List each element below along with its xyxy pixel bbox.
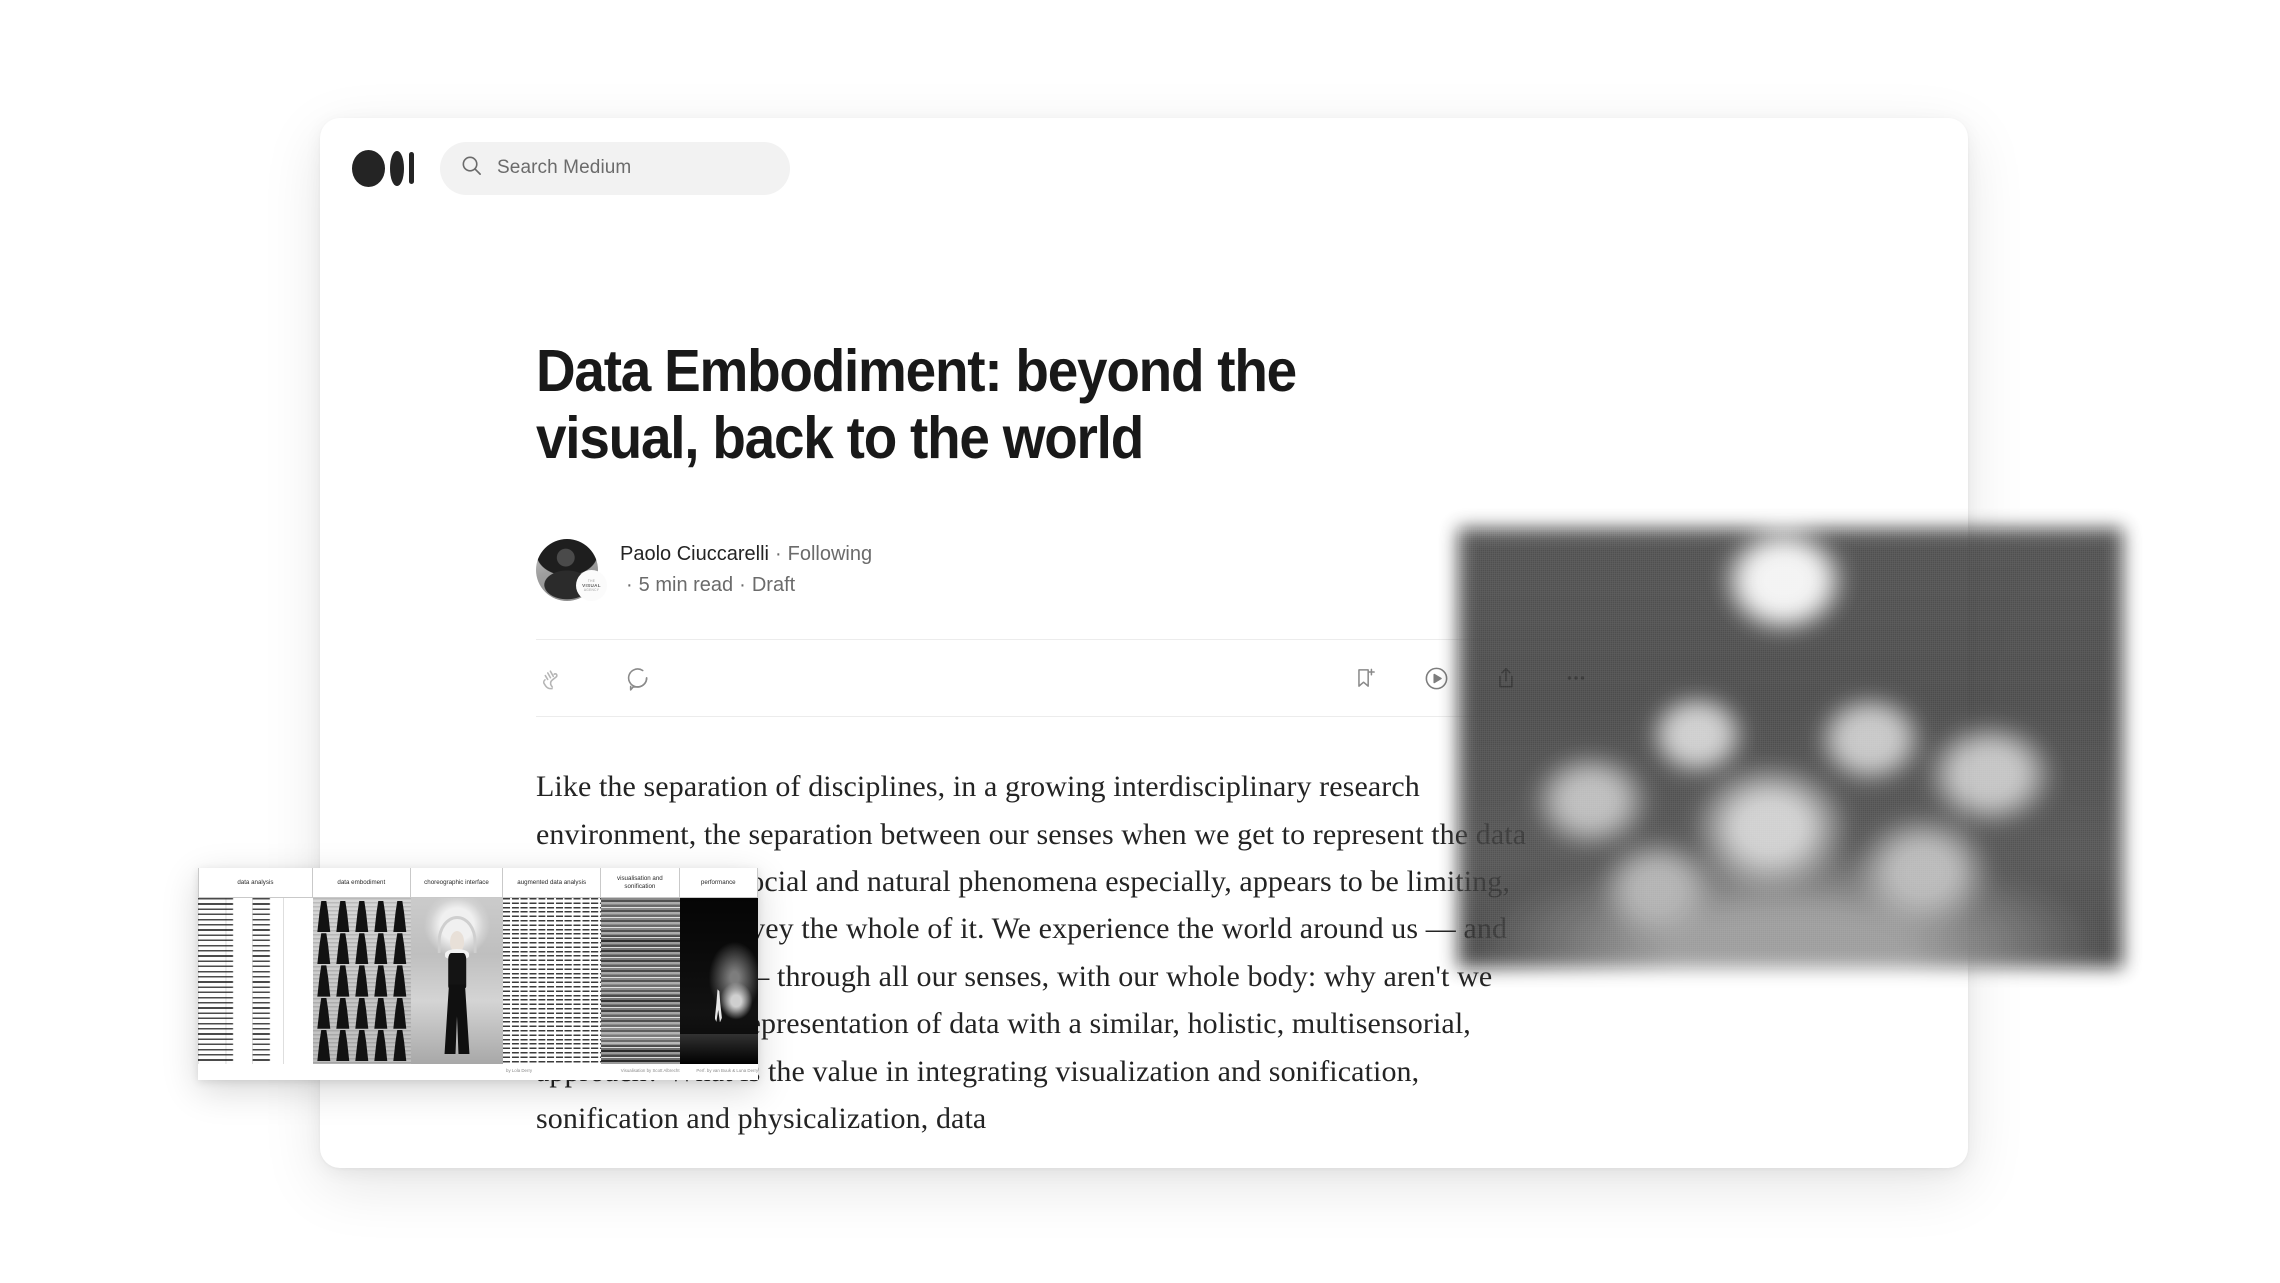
byline-text-block: Paolo Ciuccarelli · Following · 5 min read ·… (620, 539, 872, 601)
strip-column-header: augmented data analysis (503, 868, 602, 897)
publication-badge-icon: THE VISUAL AGENCY (576, 570, 607, 602)
strip-column-header: data analysis (198, 868, 313, 897)
strip-caption-text: by Lola Derry (506, 1067, 533, 1073)
status-badge: Draft (751, 574, 796, 597)
logo-ellipse-shape (390, 150, 404, 186)
panel-data-embodiment (313, 898, 411, 1064)
strip-column-header: data embodiment (312, 868, 411, 897)
article-action-toolbar (536, 639, 1591, 718)
panel-data-analysis (198, 898, 313, 1064)
comment-icon[interactable] (621, 663, 651, 693)
author-name[interactable]: Paolo Ciuccarelli (620, 543, 769, 565)
strip-column-headers: data analysis data embodiment choreograp… (198, 868, 758, 898)
avatar[interactable]: THE VISUAL AGENCY (536, 539, 607, 602)
panel-augmented-data-analysis (503, 898, 602, 1064)
medium-logo-icon[interactable] (352, 147, 414, 189)
byline-row-primary: Paolo Ciuccarelli · Following (620, 539, 872, 570)
search-placeholder-text: Search Medium (497, 157, 632, 178)
read-time: 5 min read (638, 574, 734, 597)
badge-line-3: AGENCY (583, 587, 600, 592)
strip-captions: by Lola Derry Visualisation by Scott Alb… (198, 1064, 758, 1080)
strip-column-header: performance (679, 868, 758, 897)
play-circle-icon[interactable] (1421, 663, 1451, 693)
byline-separator-1: · (774, 543, 782, 566)
bookmark-plus-icon[interactable] (1351, 663, 1381, 693)
blurred-dark-performance-image[interactable] (1458, 528, 2123, 968)
page-title: Data Embodiment: beyond the visual, back… (536, 338, 1297, 471)
byline-row-secondary: · 5 min read · Draft (620, 570, 872, 601)
search-icon (460, 154, 483, 182)
strip-caption-text: Perf. by van Buuk & Luna Derry (696, 1067, 758, 1073)
search-input[interactable]: Search Medium (440, 141, 790, 195)
strip-column-header: choreographic interface (410, 868, 504, 897)
strip-column-header: visualisation and sonification (601, 868, 680, 897)
strip-image-panels (198, 898, 758, 1064)
panel-performance (679, 898, 758, 1064)
panel-visualisation-sonification (601, 898, 680, 1064)
top-navigation-bar: Search Medium (320, 118, 1968, 218)
byline-separator-3: · (739, 574, 746, 597)
clap-icon[interactable] (536, 663, 566, 693)
logo-dot-shape (352, 149, 386, 187)
byline-separator-2: · (626, 574, 633, 597)
toolbar-left-group (536, 663, 651, 693)
logo-bar-shape (408, 152, 414, 184)
strip-caption-text: Visualisation by Scott Albrecht (620, 1067, 680, 1073)
panel-choreographic-interface (410, 898, 504, 1064)
follow-button[interactable]: Following (788, 543, 872, 565)
data-embodiment-strip-image[interactable]: data analysis data embodiment choreograp… (198, 868, 758, 1080)
